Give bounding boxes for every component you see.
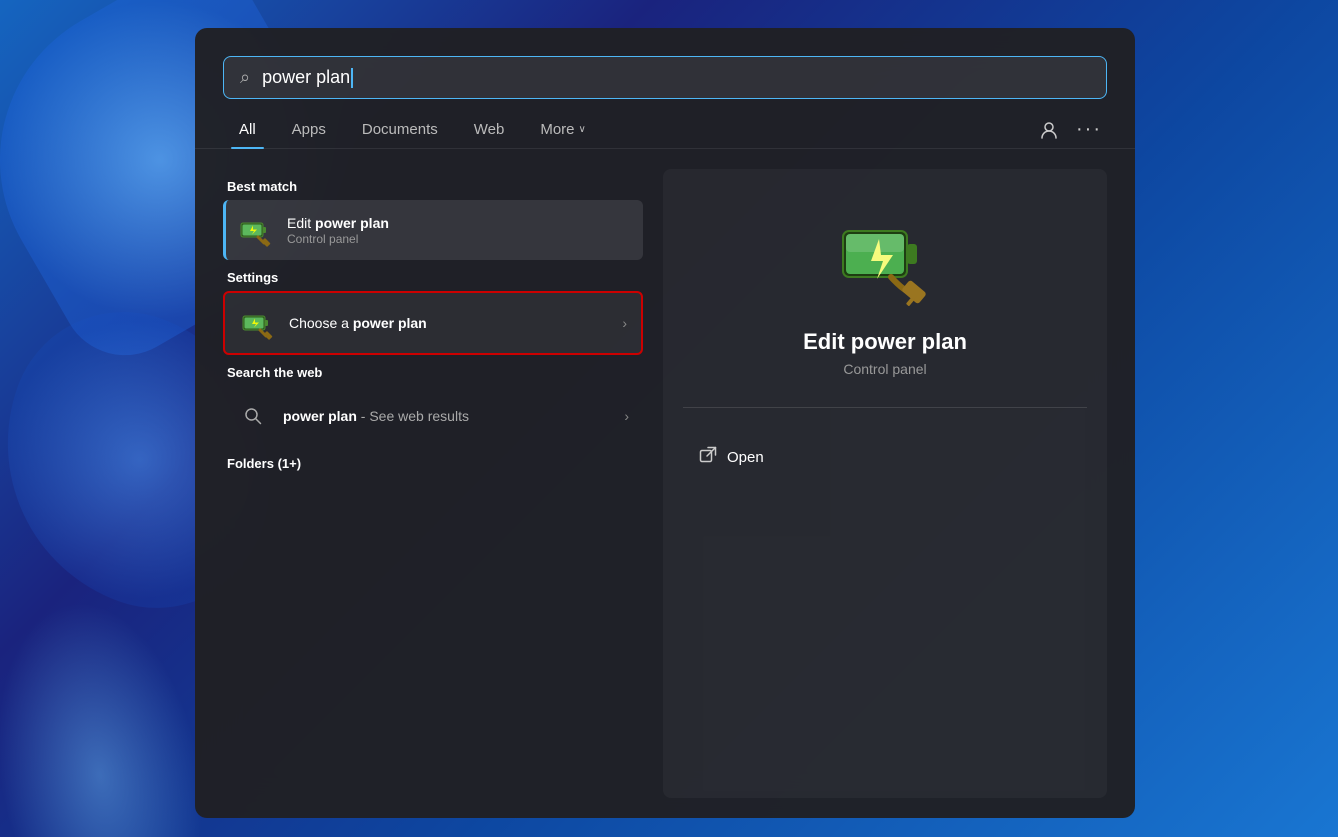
web-search-item[interactable]: power plan - See web results › xyxy=(223,386,643,446)
tab-documents[interactable]: Documents xyxy=(346,111,454,148)
web-search-icon xyxy=(237,400,269,432)
choose-power-plan-icon xyxy=(239,305,275,341)
right-panel-title: Edit power plan xyxy=(803,329,967,355)
right-panel-subtitle: Control panel xyxy=(843,361,926,377)
open-label: Open xyxy=(727,449,764,466)
open-button[interactable]: Open xyxy=(683,438,1087,477)
edit-power-plan-title: Edit power plan xyxy=(287,215,629,231)
person-icon-button[interactable] xyxy=(1031,112,1067,148)
edit-power-plan-text: Edit power plan Control panel xyxy=(287,215,629,246)
settings-label: Settings xyxy=(223,260,643,291)
edit-power-plan-item[interactable]: Edit power plan Control panel xyxy=(223,200,643,260)
folders-label: Folders (1+) xyxy=(223,446,643,477)
battery-plug-icon-small xyxy=(238,213,272,247)
search-icon: ⌕ xyxy=(240,67,250,88)
tabs-row: All Apps Documents Web More ∨ ··· xyxy=(195,99,1135,149)
search-web-label: Search the web xyxy=(223,355,643,386)
choose-power-plan-title: Choose a power plan xyxy=(289,315,608,331)
open-external-icon xyxy=(699,446,717,469)
tab-more[interactable]: More ∨ xyxy=(524,111,602,148)
search-bar[interactable]: ⌕ power plan xyxy=(223,56,1107,99)
ellipsis-icon: ··· xyxy=(1076,118,1102,141)
battery-plug-icon-large xyxy=(835,209,935,309)
person-icon xyxy=(1039,120,1059,140)
text-cursor xyxy=(351,68,353,88)
choose-power-plan-item[interactable]: Choose a power plan › xyxy=(223,291,643,355)
search-bar-container: ⌕ power plan xyxy=(195,28,1135,99)
battery-plug-icon-small-2 xyxy=(240,306,274,340)
search-window: ⌕ power plan All Apps Documents Web More… xyxy=(195,28,1135,818)
edit-power-plan-subtitle: Control panel xyxy=(287,232,629,246)
tab-all[interactable]: All xyxy=(223,111,272,148)
right-panel: Edit power plan Control panel Open xyxy=(663,169,1107,798)
choose-power-plan-text: Choose a power plan xyxy=(289,315,608,331)
best-match-label: Best match xyxy=(223,169,643,200)
battery-large-icon xyxy=(835,209,935,309)
tab-apps[interactable]: Apps xyxy=(276,111,342,148)
choose-power-plan-chevron-icon: › xyxy=(622,315,627,331)
web-search-text: power plan - See web results xyxy=(283,408,610,424)
edit-power-plan-icon xyxy=(237,212,273,248)
content-area: Best match xyxy=(195,149,1135,818)
more-chevron-icon: ∨ xyxy=(579,124,586,135)
web-search-chevron-icon: › xyxy=(624,408,629,424)
right-panel-divider xyxy=(683,407,1087,408)
more-options-button[interactable]: ··· xyxy=(1071,112,1107,148)
tab-web[interactable]: Web xyxy=(458,111,521,148)
left-panel: Best match xyxy=(223,169,643,798)
search-input[interactable]: power plan xyxy=(262,67,1090,88)
magnifier-icon xyxy=(243,406,263,426)
